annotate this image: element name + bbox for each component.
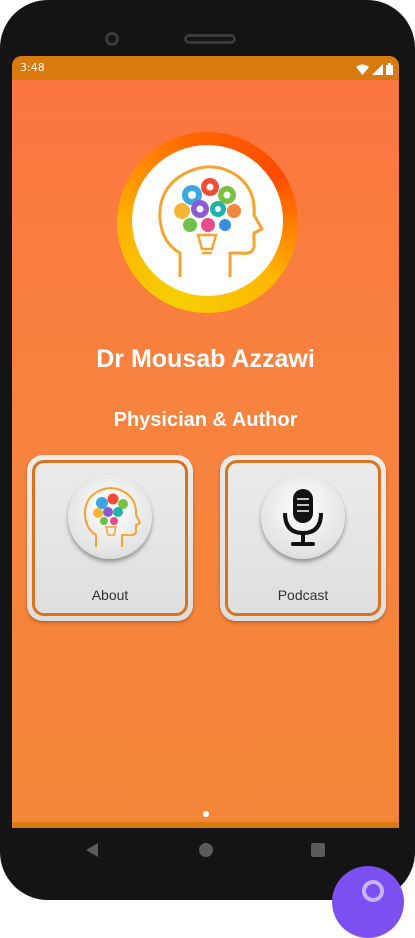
about-card-button[interactable]: About <box>27 455 193 621</box>
doctor-name: Dr Mousab Azzawi <box>96 345 315 373</box>
front-camera <box>105 32 119 46</box>
about-label: About <box>91 587 129 603</box>
home-icon[interactable] <box>199 843 213 857</box>
doctor-subtitle: Physician & Author <box>113 409 298 431</box>
podcast-label: Podcast <box>277 587 329 603</box>
recents-icon[interactable] <box>311 843 325 857</box>
brain-head-icon <box>132 145 283 296</box>
app-screen: 3:48 Dr Mousab Azzawi Physician & Author… <box>12 56 399 828</box>
earpiece-speaker <box>184 34 236 44</box>
floating-action-button[interactable] <box>332 866 404 938</box>
back-icon[interactable] <box>86 843 98 857</box>
navigation-bar <box>0 828 415 872</box>
microphone-icon <box>261 475 345 559</box>
page-indicator-dot <box>203 811 209 817</box>
phone-frame: 3:48 Dr Mousab Azzawi Physician & Author… <box>0 0 415 900</box>
status-icons <box>356 60 393 79</box>
status-bar: 3:48 <box>12 56 399 80</box>
status-time: 3:48 <box>20 61 45 74</box>
wifi-icon <box>356 60 369 79</box>
podcast-card-button[interactable]: Podcast <box>220 455 386 621</box>
signal-icon <box>372 60 383 79</box>
brain-head-icon <box>68 475 152 559</box>
battery-icon <box>386 60 393 79</box>
bubble-icon <box>362 880 384 902</box>
